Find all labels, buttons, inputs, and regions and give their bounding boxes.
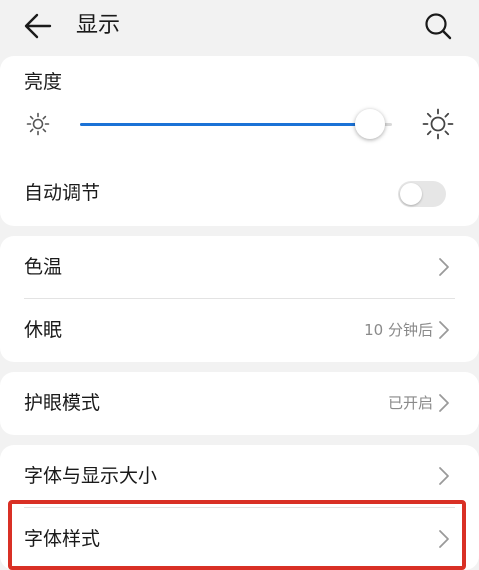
brightness-label: 亮度 [24,71,63,93]
font-settings-card: 字体与显示大小 字体样式 [0,445,479,570]
font-display-size-label: 字体与显示大小 [24,465,158,487]
auto-adjust-label: 自动调节 [24,182,101,204]
chevron-right-icon [439,258,449,276]
eye-comfort-value: 已开启 [387,394,433,412]
auto-adjust-toggle[interactable] [398,181,446,207]
eye-comfort-card: 护眼模式 已开启 [0,372,479,435]
font-style-row[interactable]: 字体样式 [0,508,479,570]
brightness-card: 亮度 自动调节 [0,56,479,226]
display-settings-card: 色温 休眠 10 分钟后 [0,236,479,362]
color-temperature-row[interactable]: 色温 [0,236,479,298]
chevron-right-icon [439,467,449,485]
brightness-slider-thumb[interactable] [355,109,385,139]
sleep-row[interactable]: 休眠 10 分钟后 [0,299,479,361]
color-temperature-label: 色温 [24,256,63,278]
brightness-slider[interactable] [80,109,392,139]
toggle-knob [400,183,422,205]
page-title: 显示 [76,13,121,38]
title-bar: 显示 [0,0,479,52]
chevron-right-icon [439,394,449,412]
chevron-right-icon [439,530,449,548]
chevron-right-icon [439,321,449,339]
search-icon[interactable] [422,10,454,42]
sleep-label: 休眠 [24,319,63,341]
sun-small-icon [26,112,50,136]
eye-comfort-row[interactable]: 护眼模式 已开启 [0,372,479,434]
font-display-size-row[interactable]: 字体与显示大小 [0,445,479,507]
eye-comfort-label: 护眼模式 [24,392,101,414]
arrow-left-icon[interactable] [22,10,54,42]
auto-adjust-row: 自动调节 [0,166,479,222]
font-style-label: 字体样式 [24,528,101,550]
sun-large-icon [422,108,454,140]
sleep-value: 10 分钟后 [364,321,433,339]
brightness-slider-fill [80,123,370,126]
